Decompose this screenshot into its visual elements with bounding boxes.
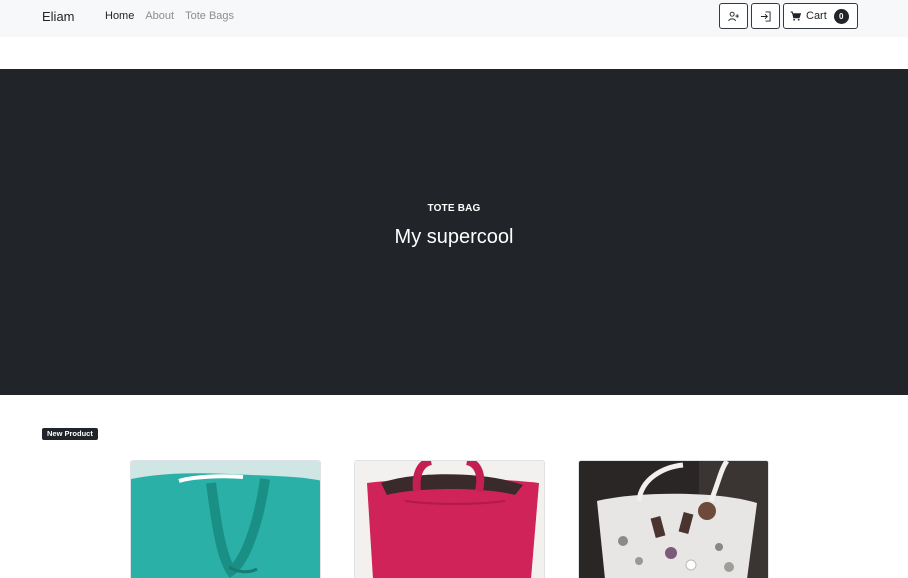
register-button[interactable] — [719, 3, 748, 29]
nav-links: Home About Tote Bags — [105, 10, 234, 22]
nav-link-tote-bags[interactable]: Tote Bags — [185, 10, 234, 22]
navbar: Eliam Home About Tote Bags Cart 0 — [0, 0, 908, 37]
product-card-pink[interactable] — [354, 460, 545, 578]
product-card-floral[interactable] — [578, 460, 769, 578]
hero-title: My supercool — [394, 226, 514, 248]
pink-tote-bag-image — [355, 461, 544, 578]
cart-button[interactable]: Cart 0 — [783, 3, 858, 29]
login-button[interactable] — [751, 3, 780, 29]
floral-tote-bag-image — [579, 461, 768, 578]
teal-tote-bag-image — [131, 461, 320, 578]
cart-count-badge: 0 — [833, 8, 849, 24]
nav-link-home[interactable]: Home — [105, 10, 134, 22]
nav-buttons: Cart 0 — [719, 3, 858, 29]
product-card-teal[interactable] — [130, 460, 321, 578]
cart-label: Cart — [806, 10, 827, 22]
cart-icon — [790, 11, 801, 21]
hero-eyebrow: TOTE BAG — [427, 203, 481, 214]
brand-logo[interactable]: Eliam — [42, 9, 75, 24]
user-plus-icon — [728, 11, 739, 21]
sign-in-icon — [760, 10, 771, 22]
new-product-badge: New Product — [42, 428, 98, 440]
nav-link-about[interactable]: About — [145, 10, 174, 22]
hero-banner: TOTE BAG My supercool — [0, 69, 908, 395]
